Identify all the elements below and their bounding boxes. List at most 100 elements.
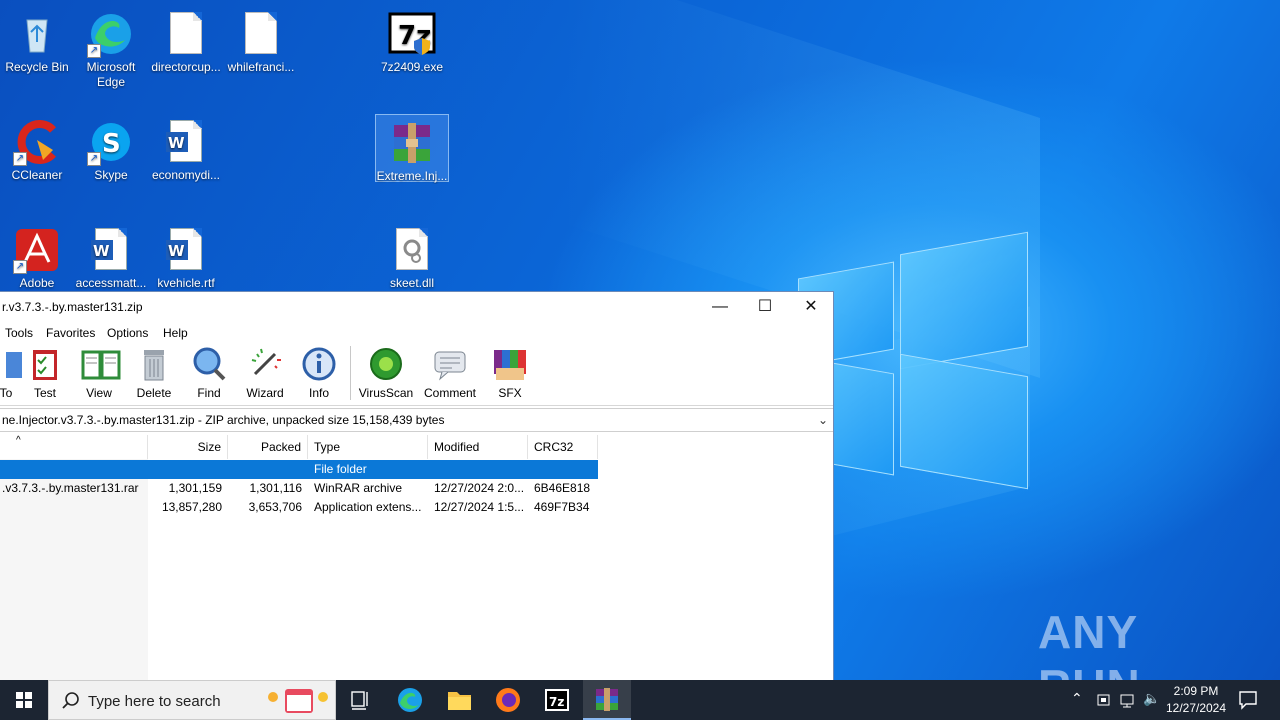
toolbar-sfx-button[interactable]: SFX: [482, 346, 538, 400]
desktop-icon-edge[interactable]: ↗ Microsoft Edge: [74, 6, 148, 90]
edge-icon: [398, 688, 422, 712]
title-bar[interactable]: r.v3.7.3.-.by.master131.zip — ☐ ✕: [0, 292, 833, 322]
desktop-icon-kvehicle[interactable]: W kvehicle.rtf: [149, 222, 223, 291]
desktop-icon-7z2409[interactable]: 7z 7z2409.exe: [375, 6, 449, 75]
archive-path: ne.Injector.v3.7.3.-.by.master131.zip - …: [2, 413, 445, 427]
magic-wand-icon: [247, 346, 283, 382]
desktop-icon-economydi[interactable]: W economydi...: [149, 114, 223, 183]
close-button[interactable]: ✕: [788, 292, 833, 322]
image-file-icon: [162, 10, 210, 58]
toolbar-find-button[interactable]: Find: [181, 346, 237, 400]
word-document-icon: W: [87, 226, 135, 274]
toolbar-delete-button[interactable]: Delete: [126, 346, 182, 400]
desktop-icon-ccleaner[interactable]: ↗ CCleaner: [0, 114, 74, 183]
toolbar-test-button[interactable]: Test: [17, 346, 73, 400]
toolbar-comment-button[interactable]: Comment: [422, 346, 478, 400]
toolbar: To Test View Delete Find Wizard Info Vir…: [0, 344, 833, 406]
column-header-modified[interactable]: Modified: [428, 435, 528, 459]
windows-logo-icon: [16, 692, 32, 708]
7zip-icon: 7z: [545, 689, 569, 711]
toolbar-virusscan-button[interactable]: VirusScan: [358, 346, 414, 400]
toolbar-info-button[interactable]: Info: [291, 346, 347, 400]
taskbar-file-explorer-button[interactable]: [435, 680, 483, 720]
column-header-type[interactable]: Type: [308, 435, 428, 459]
word-document-icon: W: [162, 226, 210, 274]
svg-text:S: S: [102, 129, 121, 159]
winrar-window[interactable]: r.v3.7.3.-.by.master131.zip — ☐ ✕ Tools …: [0, 291, 834, 681]
clock-date: 12/27/2024: [1165, 701, 1227, 715]
image-file-icon: [237, 10, 285, 58]
table-row[interactable]: File folder: [0, 460, 598, 479]
skype-icon: S ↗: [87, 118, 135, 166]
virus-scan-icon: [368, 346, 404, 382]
clock-time: 2:09 PM: [1173, 684, 1219, 698]
file-list[interactable]: ^ Size Packed Type Modified CRC32 File f…: [0, 435, 833, 680]
column-header-crc32[interactable]: CRC32: [528, 435, 598, 459]
start-button[interactable]: [0, 680, 48, 720]
taskbar-7zip-button[interactable]: 7z: [533, 680, 581, 720]
column-header-name[interactable]: ^: [0, 435, 148, 459]
desktop-icon-directorcup[interactable]: directorcup...: [149, 6, 223, 75]
menu-favorites[interactable]: Favorites: [46, 326, 95, 340]
menu-help[interactable]: Help: [163, 326, 188, 340]
column-header-packed[interactable]: Packed: [228, 435, 308, 459]
maximize-button[interactable]: ☐: [742, 292, 788, 322]
folder-icon: [448, 692, 471, 710]
address-bar[interactable]: ne.Injector.v3.7.3.-.by.master131.zip - …: [0, 408, 833, 432]
desktop-icon-adobe[interactable]: ↗ Adobe: [0, 222, 74, 291]
desktop-icon-whilefranci[interactable]: whilefranci...: [224, 6, 298, 75]
windows-logo-pane: [900, 231, 1028, 370]
menu-options[interactable]: Options: [107, 326, 148, 340]
winrar-icon: [596, 688, 618, 711]
word-document-icon: W: [162, 118, 210, 166]
device-icon[interactable]: [1096, 692, 1112, 708]
column-header-size[interactable]: Size: [148, 435, 228, 459]
chevron-down-icon[interactable]: ⌄: [815, 411, 831, 429]
7zip-installer-icon: 7z: [388, 10, 436, 58]
toolbar-wizard-button[interactable]: Wizard: [237, 346, 293, 400]
menu-tools[interactable]: Tools: [5, 326, 33, 340]
task-view-button[interactable]: [336, 680, 384, 720]
view-book-icon: [81, 346, 121, 382]
test-clipboard-icon: [27, 346, 63, 382]
task-view-icon: [351, 691, 368, 710]
anyrun-watermark: ANY RUN: [1038, 606, 1140, 680]
dll-file-icon: [388, 226, 436, 274]
svg-text:7z: 7z: [549, 695, 564, 709]
table-row[interactable]: .v3.7.3.-.by.master131.rar 1,301,159 1,3…: [0, 479, 598, 498]
taskbar-winrar-button[interactable]: [583, 680, 631, 720]
notifications-icon[interactable]: [1238, 690, 1258, 710]
ccleaner-icon: ↗: [13, 118, 61, 166]
volume-icon[interactable]: 🔈: [1143, 690, 1160, 707]
taskbar-edge-button[interactable]: [386, 680, 434, 720]
adobe-acrobat-icon: ↗: [13, 226, 61, 274]
desktop-icon-recycle-bin[interactable]: Recycle Bin: [0, 6, 74, 75]
table-row[interactable]: 13,857,280 3,653,706 Application extens.…: [0, 498, 598, 517]
chevron-up-icon[interactable]: ⌃: [1071, 690, 1083, 707]
svg-text:W: W: [168, 242, 185, 260]
svg-text:W: W: [93, 242, 110, 260]
magnifier-icon: [191, 346, 227, 382]
taskbar-clock[interactable]: 2:09 PM 12/27/2024: [1162, 683, 1230, 717]
toolbar-view-button[interactable]: View: [71, 346, 127, 400]
desktop-icon-extreme-injector[interactable]: Extreme.Inj...: [375, 114, 449, 183]
trash-icon: [136, 346, 172, 382]
edge-icon: ↗: [87, 10, 135, 58]
desktop-icon-accessmatt[interactable]: W accessmatt...: [74, 222, 148, 291]
menu-bar: Tools Favorites Options Help: [0, 322, 833, 344]
taskbar: Type here to search 7z ⌃ 🔈 2:09 PM 12/27…: [0, 680, 1280, 720]
comment-icon: [432, 346, 468, 382]
taskbar-search-box[interactable]: Type here to search: [48, 680, 336, 720]
calendar-highlight-icon: [268, 689, 328, 713]
sfx-archive-icon: [492, 346, 528, 382]
sort-ascending-icon: ^: [16, 435, 21, 446]
taskbar-firefox-button[interactable]: [484, 680, 532, 720]
minimize-button[interactable]: —: [697, 292, 743, 322]
winrar-archive-icon: [388, 119, 436, 167]
desktop-icon-skype[interactable]: S ↗ Skype: [74, 114, 148, 183]
firefox-icon: [496, 688, 520, 712]
desktop-icon-skeet-dll[interactable]: skeet.dll: [375, 222, 449, 291]
window-title: r.v3.7.3.-.by.master131.zip: [2, 300, 143, 314]
info-icon: [301, 346, 337, 382]
network-icon[interactable]: [1119, 692, 1137, 708]
